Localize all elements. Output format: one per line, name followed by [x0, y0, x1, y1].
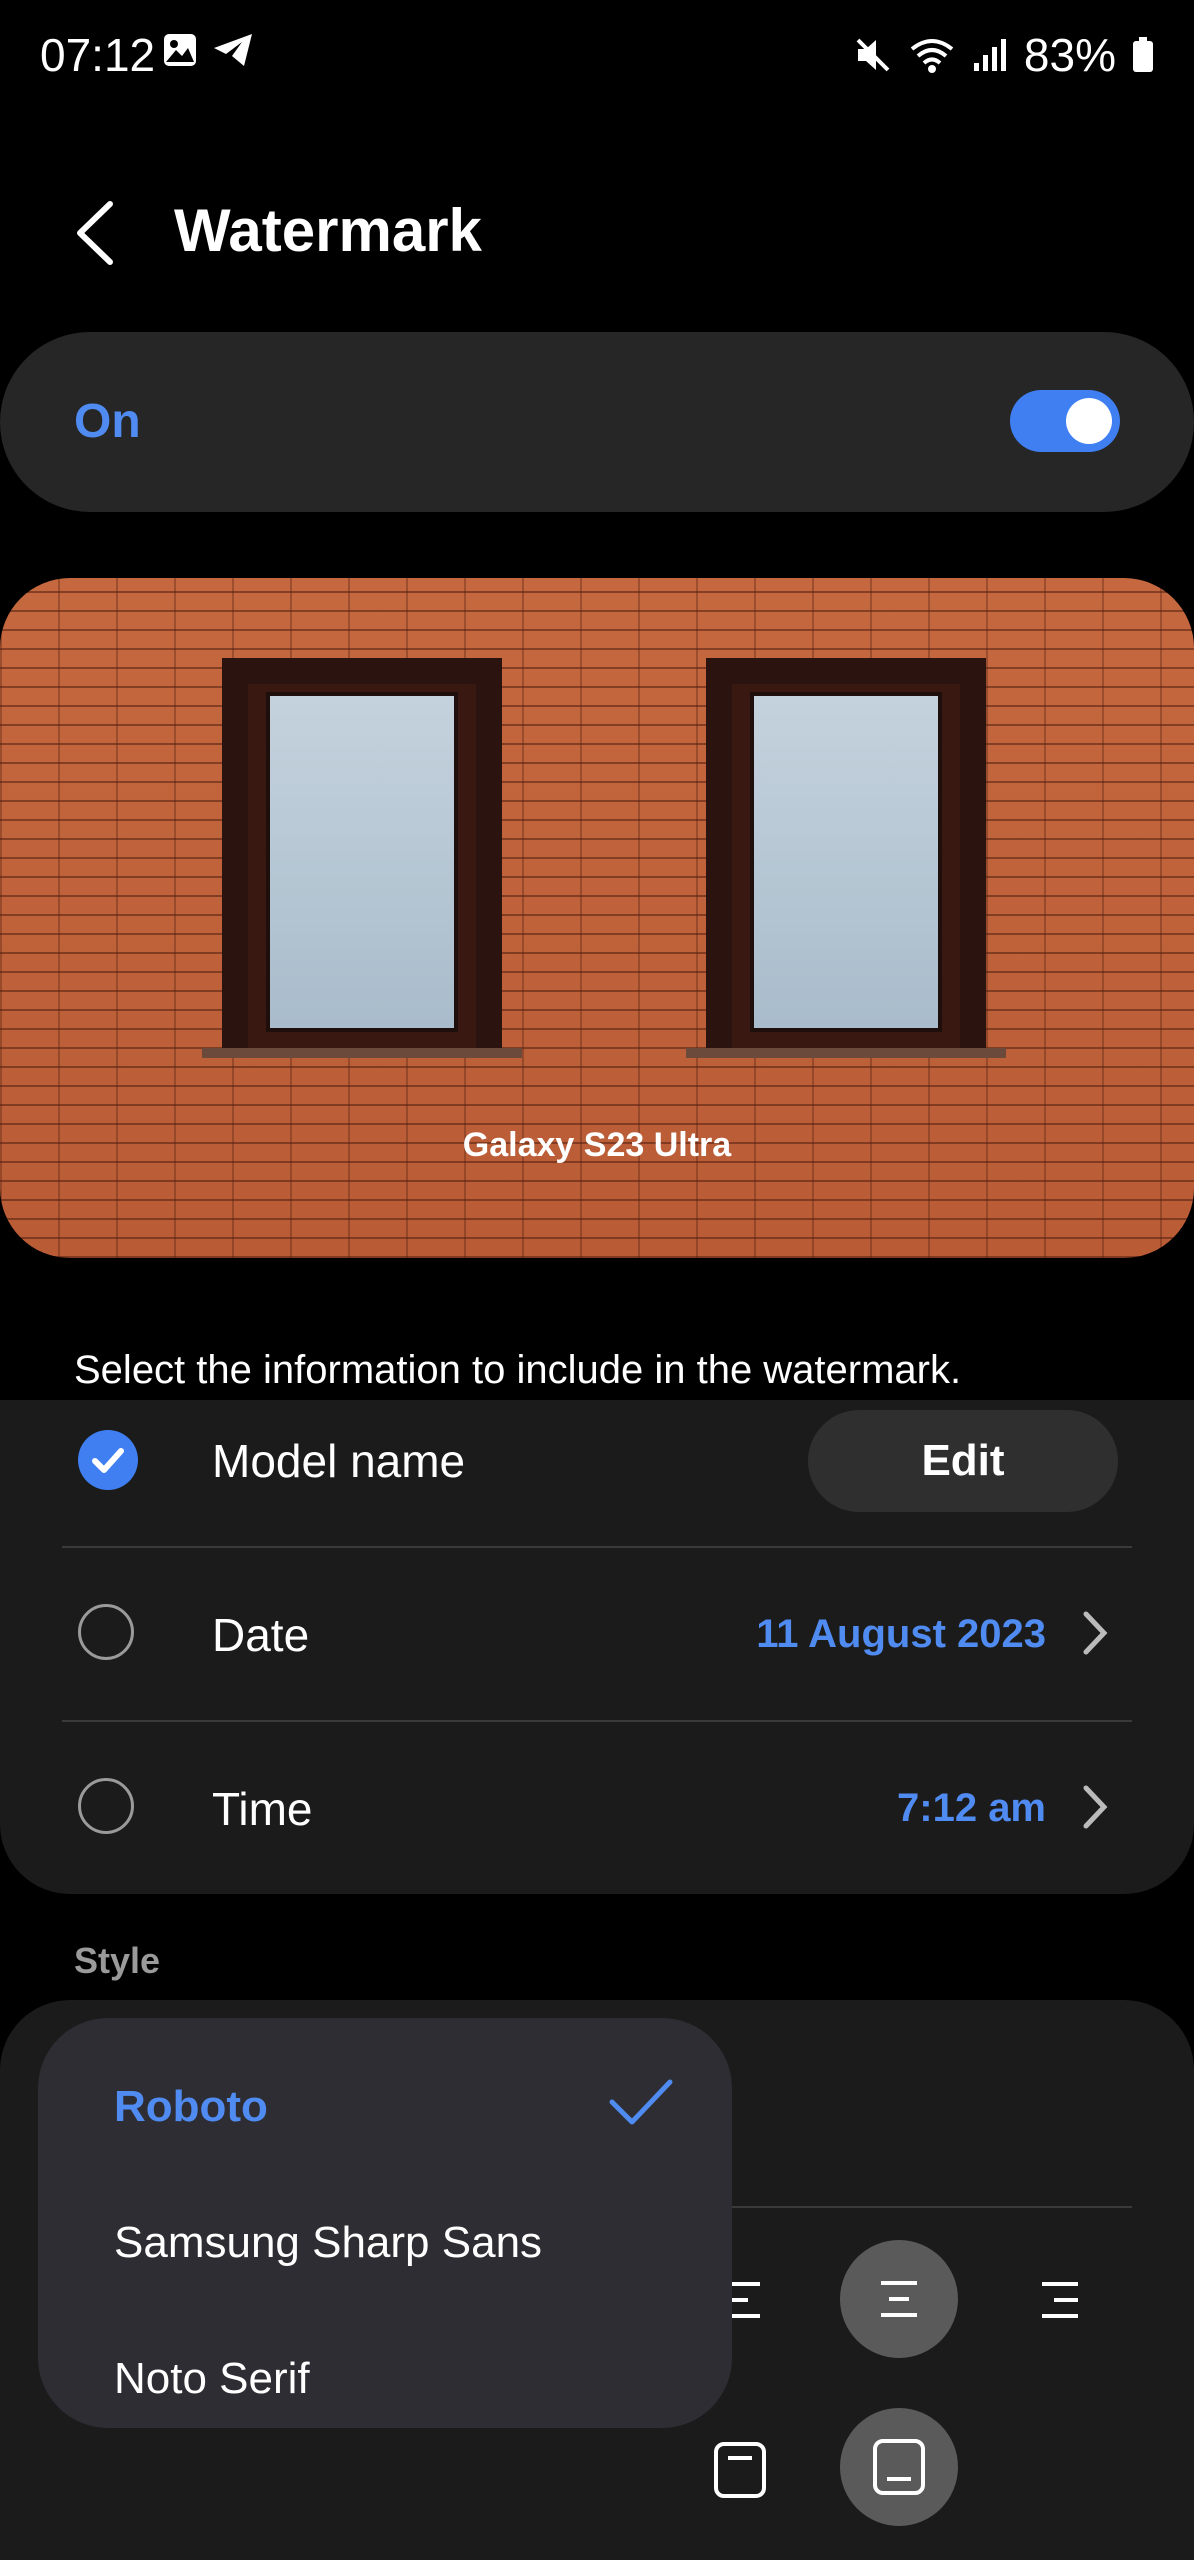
- battery-percent: 83%: [1023, 29, 1116, 81]
- wifi-icon: [910, 39, 954, 73]
- window-right: [686, 658, 1006, 1058]
- telegram-icon: [214, 34, 252, 66]
- model-name-checkbox[interactable]: [78, 1430, 138, 1490]
- time-checkbox[interactable]: [78, 1778, 134, 1834]
- selected-check-icon: [609, 2079, 673, 2125]
- info-description: Select the information to include in the…: [74, 1348, 962, 1392]
- master-switch-label: On: [74, 395, 141, 448]
- position-top-icon[interactable]: [712, 2440, 768, 2500]
- align-center-button[interactable]: [840, 2240, 958, 2358]
- date-value[interactable]: 11 August 2023: [756, 1612, 1046, 1657]
- edit-model-name-button[interactable]: Edit: [808, 1410, 1118, 1512]
- align-right-icon[interactable]: [1038, 2278, 1082, 2322]
- chevron-right-icon[interactable]: [1080, 1610, 1110, 1656]
- signal-icon: [973, 39, 1006, 71]
- font-option-roboto[interactable]: Roboto: [114, 2082, 268, 2132]
- align-center-icon: [881, 2281, 917, 2317]
- divider: [62, 1546, 1132, 1548]
- font-option-noto-serif[interactable]: Noto Serif: [114, 2354, 310, 2404]
- font-dropdown-menu: Roboto Samsung Sharp Sans Noto Serif: [38, 2018, 732, 2428]
- position-bottom-button[interactable]: [840, 2408, 958, 2526]
- position-bottom-icon: [873, 2439, 925, 2495]
- font-option-samsung-sharp-sans[interactable]: Samsung Sharp Sans: [114, 2218, 542, 2268]
- window-left: [202, 658, 522, 1058]
- date-checkbox[interactable]: [78, 1604, 134, 1660]
- style-section-label: Style: [74, 1940, 161, 1981]
- status-left-icons: [162, 32, 254, 68]
- gallery-icon: [164, 34, 196, 66]
- battery-icon: [1133, 37, 1153, 72]
- back-arrow-icon[interactable]: [70, 198, 120, 268]
- checkmark-icon: [92, 1448, 124, 1473]
- status-time: 07:12: [40, 29, 156, 81]
- toggle-knob: [1066, 398, 1112, 444]
- watermark-toggle[interactable]: [1010, 390, 1120, 452]
- time-value[interactable]: 7:12 am: [897, 1786, 1046, 1831]
- divider: [62, 1720, 1132, 1722]
- page-title: Watermark: [174, 197, 482, 264]
- watermark-text: Galaxy S23 Ultra: [462, 1126, 732, 1164]
- time-label: Time: [212, 1783, 313, 1835]
- model-name-label: Model name: [212, 1435, 466, 1487]
- chevron-right-icon[interactable]: [1080, 1784, 1110, 1830]
- date-label: Date: [212, 1609, 310, 1661]
- status-right: 83%: [854, 28, 1154, 82]
- mute-icon: [856, 38, 890, 72]
- watermark-preview-image: Galaxy S23 Ultra: [0, 578, 1194, 1258]
